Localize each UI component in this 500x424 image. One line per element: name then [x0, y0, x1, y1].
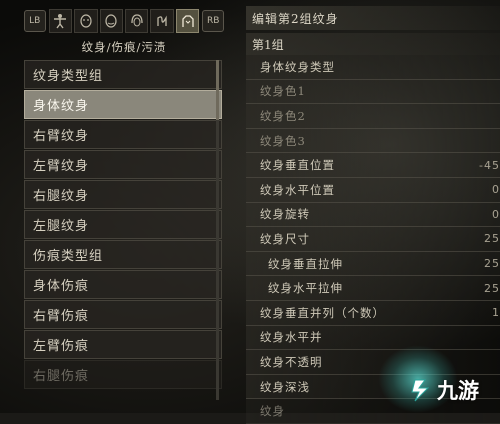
tattoo-active-icon[interactable]: [175, 9, 200, 33]
list-item[interactable]: 右腿纹身: [24, 180, 222, 209]
right-panel: 编辑第2组纹身 第1组 身体纹身类型 纹身色1 纹身色2 纹身色3 纹身垂直位置…: [246, 6, 500, 424]
param-label: 纹身不透明: [260, 354, 323, 369]
list-item[interactable]: 伤痕类型组: [24, 240, 222, 269]
tattoo-icon[interactable]: [150, 9, 174, 33]
jiuyou-logo-icon: [411, 379, 430, 402]
category-list: 纹身类型组 身体纹身 右臂纹身 左臂纹身 右腿纹身 左腿纹身 伤痕类型组 身体伤…: [24, 60, 222, 390]
param-row[interactable]: 纹身色2: [246, 104, 500, 129]
param-label: 纹身水平并: [260, 330, 323, 345]
list-item[interactable]: 右臂伤痕: [24, 300, 222, 329]
watermark-text: 九游: [437, 379, 479, 403]
param-row[interactable]: 纹身水平拉伸 25: [246, 276, 500, 301]
param-row[interactable]: 纹身垂直并列（个数） 1: [246, 300, 500, 326]
scrollbar-thumb[interactable]: [216, 60, 219, 120]
left-panel: LB RB 纹身/伤痕/污渍 纹身类型组 身体纹身 右臂纹身 左臂纹身 右腿纹身…: [22, 0, 226, 413]
param-label: 纹身色1: [260, 84, 306, 99]
edit-header: 编辑第2组纹身: [246, 6, 500, 30]
watermark-logo: 九游: [407, 375, 479, 405]
section-title: 纹身/伤痕/污渍: [81, 40, 167, 54]
param-value: 0: [492, 207, 500, 221]
param-row[interactable]: 纹身垂直位置 -45: [246, 153, 500, 178]
hair-icon[interactable]: [124, 9, 149, 33]
list-item[interactable]: 左臂纹身: [24, 150, 222, 179]
param-label: 纹身垂直拉伸: [268, 256, 343, 271]
param-row[interactable]: 纹身旋转 0: [246, 202, 500, 228]
param-row[interactable]: 纹身水平并: [246, 325, 500, 351]
param-label: 身体纹身类型: [260, 59, 335, 74]
list-item-selected[interactable]: 身体纹身: [24, 90, 222, 119]
param-row[interactable]: 纹身水平位置 0: [246, 177, 500, 203]
param-label: 纹身色2: [260, 108, 306, 123]
left-scrollbar[interactable]: [216, 60, 219, 400]
param-row[interactable]: 纹身色1: [246, 79, 500, 105]
category-tab-bar: LB RB: [22, 7, 226, 35]
param-label: 纹身旋转: [260, 207, 310, 222]
list-item[interactable]: 身体伤痕: [24, 270, 222, 299]
rb-button[interactable]: RB: [202, 10, 224, 32]
param-value: 25: [484, 281, 500, 295]
param-value: 0: [492, 183, 500, 197]
param-label: 纹身: [260, 404, 285, 419]
param-row[interactable]: 纹身不透明: [246, 350, 500, 375]
param-value: -45: [479, 158, 500, 172]
lb-button[interactable]: LB: [24, 10, 46, 32]
param-label: 纹身色3: [260, 133, 306, 148]
body-icon[interactable]: [48, 9, 73, 33]
param-row[interactable]: 纹身尺寸 25: [246, 227, 500, 252]
param-label: 纹身垂直位置: [260, 158, 335, 173]
face-icon[interactable]: [74, 9, 98, 33]
param-row[interactable]: 纹身色3: [246, 128, 500, 154]
group-label: 第1组: [246, 33, 500, 55]
list-item[interactable]: 左腿纹身: [24, 210, 222, 239]
param-label: 纹身垂直并列（个数）: [260, 305, 385, 320]
param-value: 1: [492, 306, 500, 320]
list-item[interactable]: 右臂纹身: [24, 120, 222, 149]
param-label: 纹身尺寸: [260, 231, 310, 246]
face-paint-icon[interactable]: [99, 9, 123, 33]
param-value: 25: [484, 232, 500, 246]
param-label: 纹身水平拉伸: [268, 281, 343, 296]
param-row[interactable]: 身体纹身类型: [246, 55, 500, 80]
list-item[interactable]: 右腿伤痕: [24, 360, 222, 389]
param-label: 纹身水平位置: [260, 182, 335, 197]
param-label: 纹身深浅: [260, 379, 310, 394]
param-row[interactable]: 纹身垂直拉伸 25: [246, 251, 500, 277]
param-value: 25: [484, 257, 500, 271]
list-item[interactable]: 纹身类型组: [24, 60, 222, 89]
list-item[interactable]: 左臂伤痕: [24, 330, 222, 359]
